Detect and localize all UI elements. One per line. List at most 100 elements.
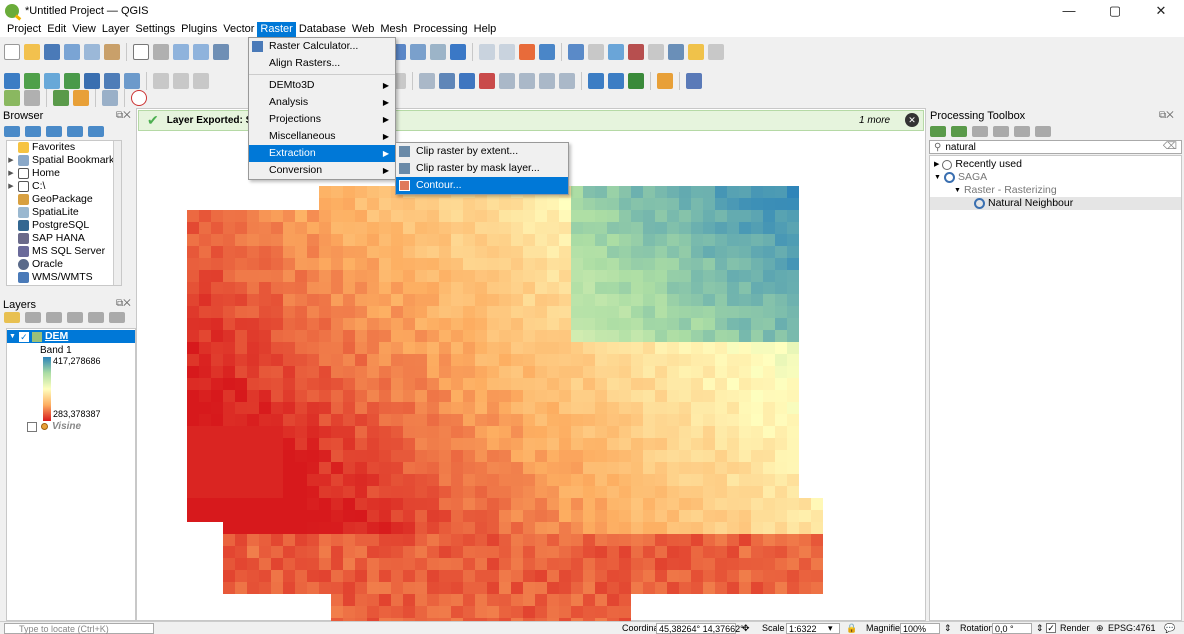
tree-item-saga[interactable]: ▼ SAGA bbox=[934, 171, 987, 184]
tree-item-group[interactable]: ▼ Raster - Rasterizing bbox=[954, 184, 1057, 197]
add-spatialite-icon[interactable] bbox=[124, 73, 140, 89]
add-selected-icon[interactable] bbox=[4, 126, 20, 137]
menu-item-clip-by-mask[interactable]: Clip raster by mask layer... bbox=[396, 160, 568, 177]
help-icon[interactable] bbox=[686, 73, 702, 89]
filter-legend-icon[interactable] bbox=[67, 312, 83, 323]
menu-processing[interactable]: Processing bbox=[410, 22, 470, 37]
new-project-icon[interactable] bbox=[4, 44, 20, 60]
options-icon[interactable] bbox=[1035, 126, 1051, 137]
label-icon[interactable] bbox=[419, 73, 435, 89]
decorations-icon[interactable] bbox=[708, 44, 724, 60]
browser-item-home[interactable]: ▶ Home bbox=[7, 167, 121, 180]
label-move-icon[interactable] bbox=[479, 73, 495, 89]
menu-item-conversion[interactable]: Conversion ▶ bbox=[249, 162, 395, 179]
magnifier-stepper-icon[interactable]: ⇕ bbox=[944, 623, 952, 634]
python-console-icon[interactable] bbox=[657, 73, 673, 89]
open-project-icon[interactable] bbox=[24, 44, 40, 60]
geocode-icon[interactable] bbox=[588, 73, 604, 89]
select-icon[interactable] bbox=[499, 44, 515, 60]
processing-icon[interactable] bbox=[53, 90, 69, 106]
ruler-icon[interactable] bbox=[24, 90, 40, 106]
menu-settings[interactable]: Settings bbox=[132, 22, 178, 37]
results-icon[interactable] bbox=[993, 126, 1009, 137]
circle-tool-icon[interactable] bbox=[131, 90, 147, 106]
layer-visibility-checkbox[interactable]: ✓ bbox=[18, 331, 29, 342]
field-calculator-icon[interactable] bbox=[608, 44, 624, 60]
add-group-icon[interactable] bbox=[25, 312, 41, 323]
add-vector-icon[interactable] bbox=[44, 73, 60, 89]
collapse-icon[interactable]: ▼ bbox=[9, 330, 16, 343]
scripts-icon[interactable] bbox=[951, 126, 967, 137]
menu-mesh[interactable]: Mesh bbox=[377, 22, 410, 37]
render-checkbox[interactable]: ✓ bbox=[1046, 623, 1056, 633]
menu-item-raster-calculator[interactable]: Raster Calculator... bbox=[249, 38, 395, 55]
menu-item-projections[interactable]: Projections ▶ bbox=[249, 111, 395, 128]
gps-icon[interactable] bbox=[4, 90, 20, 106]
close-button[interactable]: ✕ bbox=[1138, 0, 1184, 22]
toggle-editing-icon[interactable] bbox=[153, 73, 169, 89]
chevron-down-icon[interactable]: ▾ bbox=[828, 623, 833, 634]
browser-item-spatialite[interactable]: SpatiaLite bbox=[7, 206, 121, 219]
expand-icon[interactable]: ▶ bbox=[934, 158, 939, 171]
label-show-icon[interactable] bbox=[459, 73, 475, 89]
add-delimited-icon[interactable] bbox=[104, 73, 120, 89]
close-message-icon[interactable]: ✕ bbox=[905, 113, 919, 127]
crs-label[interactable]: EPSG:4761 bbox=[1108, 623, 1156, 634]
messages-icon[interactable]: 💬 bbox=[1164, 623, 1175, 634]
menu-layer[interactable]: Layer bbox=[99, 22, 133, 37]
magnifier-field[interactable]: 100% bbox=[900, 623, 940, 634]
expand-icon[interactable]: ▶ bbox=[7, 180, 15, 193]
add-feature-icon[interactable] bbox=[193, 73, 209, 89]
menu-help[interactable]: Help bbox=[471, 22, 500, 37]
save-edits-icon[interactable] bbox=[173, 73, 189, 89]
toolbox-search-input[interactable]: ⚲ natural ⌫ bbox=[929, 140, 1182, 154]
attribute-table-icon[interactable] bbox=[588, 44, 604, 60]
globe-icon[interactable] bbox=[608, 73, 624, 89]
menu-vector[interactable]: Vector bbox=[220, 22, 257, 37]
menu-web[interactable]: Web bbox=[349, 22, 377, 37]
message-more[interactable]: 1 more bbox=[859, 115, 890, 126]
layer-visibility-checkbox[interactable] bbox=[27, 421, 37, 432]
add-raster-icon[interactable] bbox=[64, 73, 80, 89]
expand-icon[interactable]: ▶ bbox=[7, 154, 15, 167]
browser-item-oracle[interactable]: Oracle bbox=[7, 258, 121, 271]
menu-item-align-rasters[interactable]: Align Rasters... bbox=[249, 55, 395, 72]
digitize-icon[interactable] bbox=[4, 73, 20, 89]
browser-item-geopackage[interactable]: GeoPackage bbox=[7, 193, 121, 206]
toggle-extents-icon[interactable]: ✥ bbox=[742, 623, 750, 634]
collapse-icon[interactable] bbox=[67, 126, 83, 137]
diagram-icon[interactable] bbox=[539, 73, 555, 89]
menu-raster[interactable]: Raster bbox=[257, 22, 296, 37]
browser-item-wms[interactable]: WMS/WMTS bbox=[7, 271, 121, 284]
merge-icon[interactable] bbox=[102, 90, 118, 106]
zoom-out-icon[interactable] bbox=[193, 44, 209, 60]
model-icon[interactable] bbox=[73, 90, 89, 106]
layer-row-dem[interactable]: ▼ ✓ DEM bbox=[7, 330, 135, 343]
tree-item-natural-neighbour[interactable]: Natural Neighbour bbox=[930, 197, 1181, 210]
browser-scrollbar[interactable] bbox=[113, 141, 121, 285]
plugin-icon[interactable] bbox=[628, 73, 644, 89]
collapse-all-icon[interactable] bbox=[109, 312, 125, 323]
browser-item-hana[interactable]: SAP HANA bbox=[7, 232, 121, 245]
menu-view[interactable]: View bbox=[69, 22, 99, 37]
properties-icon[interactable] bbox=[88, 126, 104, 137]
filter-icon[interactable] bbox=[46, 126, 62, 137]
browser-item-drive[interactable]: ▶ C:\ bbox=[7, 180, 121, 193]
tree-item-recently-used[interactable]: ▶ Recently used bbox=[934, 158, 1022, 171]
browser-item-bookmarks[interactable]: ▶ Spatial Bookmarks bbox=[7, 154, 121, 167]
refresh-icon[interactable] bbox=[430, 44, 446, 60]
models-icon[interactable] bbox=[930, 126, 946, 137]
annotation-icon[interactable] bbox=[668, 44, 684, 60]
menu-project[interactable]: Project bbox=[4, 22, 44, 37]
layers-float-close-icon[interactable]: ⧉✕ bbox=[116, 298, 131, 309]
coordinate-field[interactable]: 45,38264° 14,37662° bbox=[656, 623, 744, 634]
menu-item-clip-by-extent[interactable]: Clip raster by extent... bbox=[396, 143, 568, 160]
browser-item-postgresql[interactable]: PostgreSQL bbox=[7, 219, 121, 232]
pan-to-selection-icon[interactable] bbox=[153, 44, 169, 60]
clear-search-icon[interactable]: ⌫ bbox=[1163, 141, 1177, 152]
expand-icon[interactable]: ▶ bbox=[7, 167, 15, 180]
menu-database[interactable]: Database bbox=[296, 22, 349, 37]
minimize-button[interactable]: — bbox=[1046, 0, 1092, 22]
menu-item-analysis[interactable]: Analysis ▶ bbox=[249, 94, 395, 111]
pan-icon[interactable] bbox=[133, 44, 149, 60]
